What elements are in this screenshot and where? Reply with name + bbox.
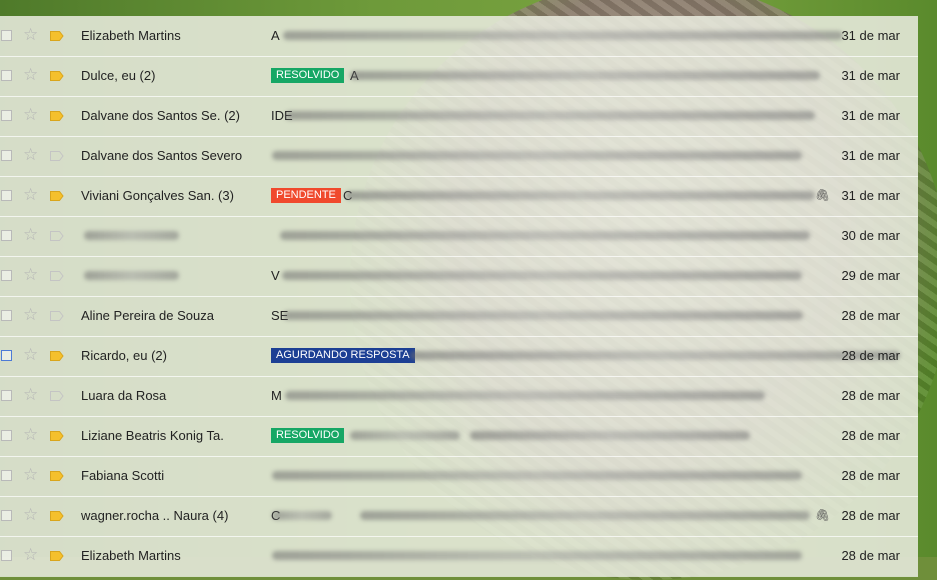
select-checkbox[interactable] xyxy=(1,110,12,121)
select-checkbox[interactable] xyxy=(1,190,12,201)
select-checkbox[interactable] xyxy=(1,270,12,281)
message-list: ☆ Elizabeth Martins A 31 de mar ☆ Dulce, eu (… xyxy=(0,16,918,577)
redacted-subject xyxy=(350,431,460,440)
redacted-subject xyxy=(283,31,843,40)
date-text: 31 de mar xyxy=(841,148,900,163)
star-icon[interactable]: ☆ xyxy=(23,305,38,325)
redacted-subject xyxy=(280,231,810,240)
sender-name: wagner.rocha .. Naura (4) xyxy=(81,508,229,523)
email-row[interactable]: ☆wagner.rocha .. Naura (4)C🖇28 de mar xyxy=(0,496,918,537)
redacted-subject xyxy=(410,351,900,360)
star-icon[interactable]: ☆ xyxy=(23,545,38,565)
date-text: 28 de mar xyxy=(841,348,900,363)
sender-name: Elizabeth Martins xyxy=(81,548,181,563)
select-checkbox[interactable] xyxy=(1,470,12,481)
paperclip-icon: 🖇 xyxy=(815,508,831,522)
redacted-subject xyxy=(285,391,765,400)
redacted-subject xyxy=(282,271,802,280)
redacted-subject xyxy=(272,511,332,520)
redacted-subject xyxy=(272,151,802,160)
sender-name: Viviani Gonçalves San. (3) xyxy=(81,188,234,203)
redacted-subject xyxy=(345,191,815,200)
email-row[interactable]: ☆ Dalvane dos Santos Severo 31 de mar xyxy=(0,136,918,177)
redacted-subject xyxy=(470,431,750,440)
date-text: 28 de mar xyxy=(841,308,900,323)
redacted-sender xyxy=(84,271,179,280)
email-row[interactable]: ☆ Dalvane dos Santos Se. (2) IDE 31 de mar xyxy=(0,96,918,137)
redacted-subject xyxy=(272,471,802,480)
select-checkbox[interactable] xyxy=(1,150,12,161)
email-row[interactable]: ☆ Aline Pereira de Souza SE 28 de mar xyxy=(0,296,918,337)
select-checkbox[interactable] xyxy=(1,430,12,441)
select-checkbox[interactable] xyxy=(1,70,12,81)
star-icon[interactable]: ☆ xyxy=(23,505,38,525)
email-row[interactable]: ☆ Elizabeth Martins A 31 de mar xyxy=(0,16,918,57)
star-icon[interactable]: ☆ xyxy=(23,265,38,285)
subject-text: V xyxy=(271,268,280,283)
email-row[interactable]: ☆ Liziane Beatris Konig Ta. RESOLVIDO 28 de… xyxy=(0,416,918,457)
paperclip-icon: 🖇 xyxy=(815,188,831,202)
star-icon[interactable]: ☆ xyxy=(23,105,38,125)
date-text: 31 de mar xyxy=(841,68,900,83)
email-row[interactable]: ☆ Luara da Rosa M 28 de mar xyxy=(0,376,918,417)
date-text: 31 de mar xyxy=(841,108,900,123)
star-icon[interactable]: ☆ xyxy=(23,425,38,445)
sender-name: Dalvane dos Santos Severo xyxy=(81,148,243,163)
star-icon[interactable]: ☆ xyxy=(23,465,38,485)
select-checkbox[interactable] xyxy=(1,350,12,361)
sender-name: Aline Pereira de Souza xyxy=(81,308,214,323)
label-badge[interactable]: RESOLVIDO xyxy=(271,68,345,83)
select-checkbox[interactable] xyxy=(1,550,12,561)
select-checkbox[interactable] xyxy=(1,310,12,321)
date-text: 31 de mar xyxy=(841,28,900,43)
email-row[interactable]: ☆ Ricardo, eu (2) AGURDANDO RESPOSTA 28 de … xyxy=(0,336,918,377)
date-text: 28 de mar xyxy=(841,508,900,523)
star-icon[interactable]: ☆ xyxy=(23,145,38,165)
email-row[interactable]: ☆ V 29 de mar xyxy=(0,256,918,297)
star-icon[interactable]: ☆ xyxy=(23,65,38,85)
sender-name: Liziane Beatris Konig Ta. xyxy=(81,428,224,443)
sender-name: Elizabeth Martins xyxy=(81,28,181,43)
sender-name: Fabiana Scotti xyxy=(81,468,165,483)
label-badge[interactable]: PENDENTE xyxy=(271,188,341,203)
sender-name: Ricardo, eu (2) xyxy=(81,348,167,363)
redacted-subject xyxy=(283,311,803,320)
select-checkbox[interactable] xyxy=(1,30,12,41)
date-text: 31 de mar xyxy=(841,188,900,203)
select-checkbox[interactable] xyxy=(1,510,12,521)
redacted-subject xyxy=(360,511,810,520)
redacted-sender xyxy=(84,231,179,240)
star-icon[interactable]: ☆ xyxy=(23,385,38,405)
date-text: 29 de mar xyxy=(841,268,900,283)
date-text: 28 de mar xyxy=(841,388,900,403)
select-checkbox[interactable] xyxy=(1,390,12,401)
sender-name: Dulce, eu (2) xyxy=(81,68,156,83)
star-icon[interactable]: ☆ xyxy=(23,225,38,245)
label-badge[interactable]: AGURDANDO RESPOSTA xyxy=(271,348,415,363)
label-badge[interactable]: RESOLVIDO xyxy=(271,428,345,443)
sender-name: Dalvane dos Santos Se. (2) xyxy=(81,108,240,123)
date-text: 28 de mar xyxy=(841,548,900,563)
subject-text: M xyxy=(271,388,282,403)
redacted-subject xyxy=(285,111,815,120)
star-icon[interactable]: ☆ xyxy=(23,185,38,205)
date-text: 28 de mar xyxy=(841,428,900,443)
select-checkbox[interactable] xyxy=(1,230,12,241)
email-row[interactable]: ☆ 30 de mar xyxy=(0,216,918,257)
sender-name: Luara da Rosa xyxy=(81,388,167,403)
date-text: 30 de mar xyxy=(841,228,900,243)
email-row[interactable]: ☆ Fabiana Scotti 28 de mar xyxy=(0,456,918,497)
subject-text: A xyxy=(271,28,280,43)
email-row[interactable]: ☆Viviani Gonçalves San. (3)PENDENTEC🖇31 … xyxy=(0,176,918,217)
redacted-subject xyxy=(272,551,802,560)
redacted-subject xyxy=(350,71,820,80)
date-text: 28 de mar xyxy=(841,468,900,483)
star-icon[interactable]: ☆ xyxy=(23,345,38,365)
email-row[interactable]: ☆Dulce, eu (2)RESOLVIDOA31 de mar xyxy=(0,56,918,97)
star-icon[interactable]: ☆ xyxy=(23,25,38,45)
